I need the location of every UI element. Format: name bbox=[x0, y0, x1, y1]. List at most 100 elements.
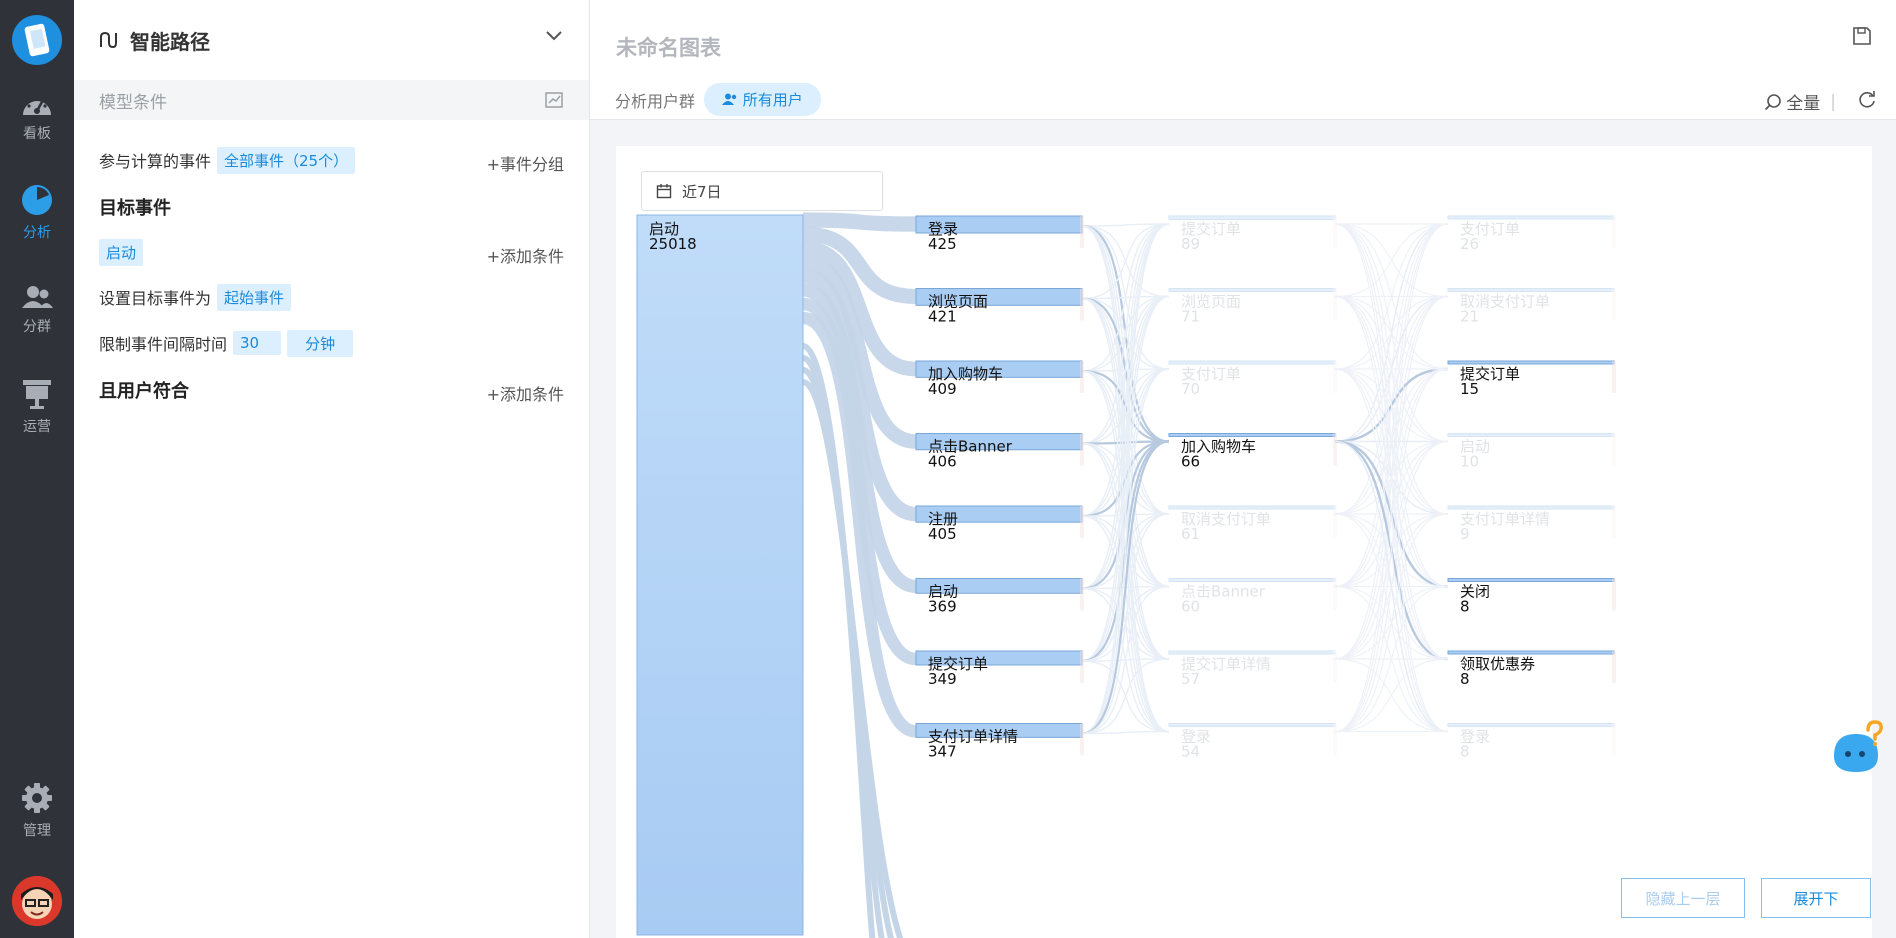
sankey-node-marker bbox=[1080, 216, 1084, 248]
sankey-node-marker bbox=[1612, 651, 1616, 683]
panel-title: 智能路径 bbox=[130, 29, 210, 54]
target-event-tag[interactable]: 启动 bbox=[99, 238, 144, 266]
sankey-node-value: 8 bbox=[1460, 598, 1470, 616]
sankey-node: 加入购物车409 bbox=[915, 360, 1084, 398]
sankey-node-value: 70 bbox=[1181, 380, 1200, 398]
sankey-node-bar bbox=[1168, 505, 1336, 510]
sankey-node-value: 409 bbox=[928, 380, 957, 398]
sankey-node-marker bbox=[1333, 216, 1337, 248]
events-label: 参与计算的事件 bbox=[99, 152, 212, 171]
sankey-node-value: 21 bbox=[1460, 308, 1479, 326]
sankey-chart: 启动25018 登录425 浏览页面421 加入购物车409 点击Banner406 注册… bbox=[636, 212, 1616, 938]
event-group-link[interactable]: +事件分组 bbox=[487, 151, 564, 175]
sankey-node-value: 421 bbox=[928, 308, 957, 326]
sankey-node: 支付订单详情347 bbox=[915, 723, 1084, 761]
interval-input[interactable]: 30 bbox=[233, 331, 282, 355]
presentation-icon bbox=[23, 380, 51, 409]
search-icon bbox=[1765, 93, 1782, 110]
sankey-node-value: 26 bbox=[1460, 235, 1479, 253]
sankey-link bbox=[1334, 368, 1449, 733]
panel-header: 智能路径 bbox=[74, 0, 589, 80]
nav-item-dashboard[interactable]: 看板 bbox=[0, 80, 74, 154]
sankey-node-value: 9 bbox=[1460, 525, 1470, 543]
segment-select[interactable]: 所有用户 bbox=[704, 83, 821, 116]
sankey-node-value: 8 bbox=[1460, 670, 1470, 688]
user-avatar[interactable] bbox=[12, 876, 62, 926]
path-icon bbox=[100, 31, 117, 49]
hide-layer-button[interactable]: 隐藏上一层 bbox=[1621, 878, 1745, 918]
sankey-node: 提交订单349 bbox=[915, 650, 1084, 688]
sankey-node-name: 领取优惠券 bbox=[1460, 655, 1535, 673]
calendar-icon bbox=[656, 184, 672, 199]
nav-label-dashboard: 看板 bbox=[23, 126, 51, 142]
target-event-row: 启动 +添加条件 bbox=[99, 237, 564, 267]
sankey-node: 启动10 bbox=[1447, 433, 1616, 471]
scope-toggle[interactable]: 全量 | bbox=[1764, 89, 1836, 114]
scope-label: 全量 bbox=[1786, 94, 1821, 114]
add-condition-link-2[interactable]: +添加条件 bbox=[487, 381, 564, 405]
book-logo-icon bbox=[24, 23, 50, 57]
sankey-node-value: 347 bbox=[928, 743, 957, 761]
sankey-node-value: 425 bbox=[928, 235, 957, 253]
gear-icon bbox=[22, 783, 52, 813]
help-assistant-icon[interactable] bbox=[1826, 716, 1886, 776]
sankey-node-bar bbox=[636, 214, 804, 936]
target-heading: 目标事件 bbox=[99, 198, 171, 219]
interval-label: 限制事件间隔时间 bbox=[99, 335, 228, 354]
sankey-node: 加入购物车66 bbox=[1168, 433, 1337, 471]
add-condition-link-1[interactable]: +添加条件 bbox=[487, 243, 564, 267]
sankey-node: 登录425 bbox=[915, 215, 1084, 253]
sankey-node-value: 406 bbox=[928, 453, 957, 471]
sankey-node: 启动369 bbox=[915, 578, 1084, 616]
pie-chart-icon bbox=[22, 185, 52, 215]
users-icon bbox=[22, 286, 53, 308]
sankey-link bbox=[1081, 368, 1170, 735]
sankey-node-value: 60 bbox=[1181, 598, 1200, 616]
sankey-node-bar bbox=[1447, 723, 1615, 727]
nav-label-operations: 运营 bbox=[23, 419, 51, 435]
avatar-icon bbox=[12, 876, 62, 926]
save-icon[interactable] bbox=[1852, 26, 1872, 46]
events-tag[interactable]: 全部事件（25个） bbox=[217, 146, 356, 174]
nav-item-analysis[interactable]: 分析 bbox=[0, 176, 74, 250]
sankey-link bbox=[802, 212, 917, 232]
sankey-node-name: 支付订单详情 bbox=[1460, 510, 1550, 528]
nav-item-settings[interactable]: 管理 bbox=[0, 774, 74, 848]
sankey-node-marker bbox=[1333, 578, 1337, 611]
chart-export-icon[interactable] bbox=[545, 92, 563, 108]
set-target-tag[interactable]: 起始事件 bbox=[217, 283, 292, 311]
expand-layer-button[interactable]: 展开下 bbox=[1761, 878, 1871, 918]
refresh-icon[interactable] bbox=[1858, 90, 1876, 108]
toolbar-divider: | bbox=[1830, 91, 1836, 112]
sankey-node-value: 66 bbox=[1181, 453, 1200, 471]
sankey-node: 浏览页面71 bbox=[1168, 288, 1337, 326]
dashboard-icon bbox=[23, 98, 51, 115]
nav-label-segment: 分群 bbox=[23, 319, 51, 335]
sankey-node-bar bbox=[1168, 723, 1336, 727]
target-heading-row: 目标事件 bbox=[99, 192, 564, 222]
sankey-node-marker bbox=[1612, 288, 1616, 321]
sankey-node-bar bbox=[1168, 360, 1336, 365]
model-conditions-bar: 模型条件 bbox=[74, 80, 589, 120]
sankey-node-bar bbox=[1447, 505, 1615, 510]
sankey-node-value: 10 bbox=[1460, 453, 1479, 471]
nav-label-settings: 管理 bbox=[23, 823, 51, 839]
sankey-links bbox=[801, 212, 1449, 938]
nav-label-analysis: 分析 bbox=[23, 225, 51, 241]
nav-item-operations[interactable]: 运营 bbox=[0, 370, 74, 444]
interval-unit-select[interactable]: 分钟 bbox=[287, 329, 354, 357]
sankey-node-value: 15 bbox=[1460, 380, 1479, 398]
date-range-picker[interactable]: 近7日 bbox=[641, 171, 883, 211]
sankey-node: 登录8 bbox=[1447, 723, 1616, 761]
sankey-node: 取消支付订单61 bbox=[1168, 505, 1337, 543]
app-logo[interactable] bbox=[12, 15, 62, 65]
sankey-node-value: 349 bbox=[928, 670, 957, 688]
nav-item-segment[interactable]: 分群 bbox=[0, 273, 74, 347]
chart-title[interactable]: 未命名图表 bbox=[616, 32, 721, 62]
sankey-node: 浏览页面421 bbox=[915, 288, 1084, 326]
chevron-down-icon[interactable] bbox=[545, 30, 563, 42]
sankey-root-node: 启动25018 bbox=[636, 214, 804, 936]
sankey-node-value: 369 bbox=[928, 598, 957, 616]
sankey-node-bar bbox=[1447, 215, 1615, 220]
sankey-node: 提交订单89 bbox=[1168, 215, 1337, 253]
